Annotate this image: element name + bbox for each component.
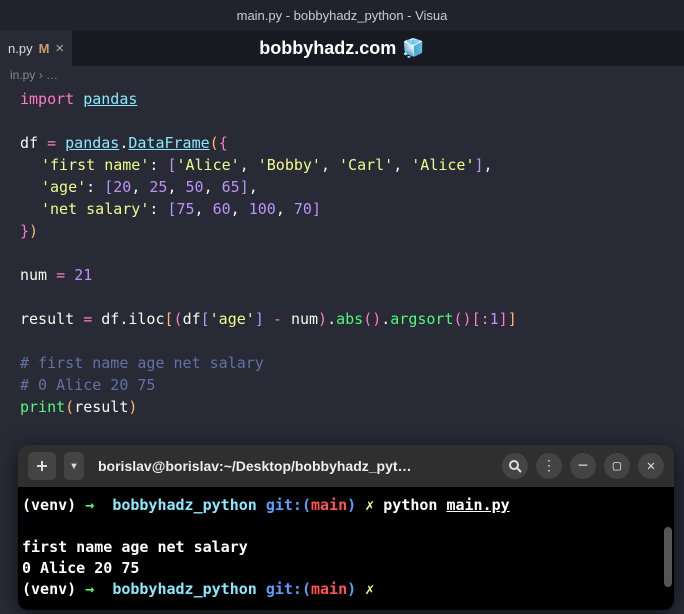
- code-line: df = pandas.DataFrame({: [20, 132, 684, 154]
- terminal-titlebar[interactable]: ▾ borislav@borislav:~/Desktop/bobbyhadz_…: [18, 445, 674, 487]
- terminal-line: [22, 516, 670, 537]
- terminal-output-header: first name age net salary: [22, 537, 670, 558]
- code-line: num = 21: [20, 264, 684, 286]
- minimize-button[interactable]: ─: [570, 453, 596, 479]
- window-titlebar: main.py - bobbyhadz_python - Visua: [0, 0, 684, 30]
- close-icon[interactable]: ×: [55, 40, 64, 57]
- breadcrumb-file: in.py: [10, 68, 35, 82]
- close-button[interactable]: ✕: [638, 453, 664, 479]
- window-title: main.py - bobbyhadz_python - Visua: [237, 8, 448, 23]
- terminal-line: (venv) → bobbyhadz_python git:(main) ✗ p…: [22, 495, 670, 516]
- code-line: 'net salary': [75, 60, 100, 70]: [20, 198, 684, 220]
- terminal-line: (venv) → bobbyhadz_python git:(main) ✗: [22, 579, 670, 600]
- terminal-title: borislav@borislav:~/Desktop/bobbyhadz_py…: [92, 458, 494, 474]
- breadcrumb-more: …: [46, 68, 58, 82]
- breadcrumb-separator: ›: [39, 68, 43, 82]
- code-line: print(result): [20, 396, 684, 418]
- code-line: [20, 286, 684, 308]
- code-line: # first name age net salary: [20, 352, 684, 374]
- code-editor[interactable]: import pandas df = pandas.DataFrame({ 'f…: [0, 84, 684, 418]
- code-line: # 0 Alice 20 75: [20, 374, 684, 396]
- code-line: result = df.iloc[(df['age'] - num).abs()…: [20, 308, 684, 330]
- menu-icon[interactable]: ⋮: [536, 453, 562, 479]
- code-line: }): [20, 220, 684, 242]
- overlay-brand: bobbyhadz.com 🧊: [0, 30, 684, 66]
- code-line: 'first name': ['Alice', 'Bobby', 'Carl',…: [20, 154, 684, 176]
- dropdown-button[interactable]: ▾: [64, 452, 84, 480]
- code-line: [20, 330, 684, 352]
- code-line: import pandas: [20, 88, 684, 110]
- tab-filename: n.py: [8, 41, 33, 56]
- tab-main-py[interactable]: n.py M ×: [0, 30, 72, 66]
- new-tab-button[interactable]: [28, 452, 56, 480]
- search-icon[interactable]: [502, 453, 528, 479]
- cube-icon: 🧊: [402, 38, 424, 59]
- terminal-output-row: 0 Alice 20 75: [22, 558, 670, 579]
- tab-modified-indicator: M: [39, 41, 50, 56]
- scrollbar[interactable]: [664, 527, 672, 587]
- breadcrumb[interactable]: in.py › …: [0, 66, 684, 84]
- terminal-window: ▾ borislav@borislav:~/Desktop/bobbyhadz_…: [18, 445, 674, 610]
- terminal-body[interactable]: (venv) → bobbyhadz_python git:(main) ✗ p…: [18, 487, 674, 610]
- code-line: [20, 242, 684, 264]
- overlay-text: bobbyhadz.com: [259, 38, 396, 59]
- maximize-button[interactable]: ▢: [604, 453, 630, 479]
- code-line: [20, 110, 684, 132]
- code-line: 'age': [20, 25, 50, 65],: [20, 176, 684, 198]
- tab-bar: n.py M × bobbyhadz.com 🧊: [0, 30, 684, 66]
